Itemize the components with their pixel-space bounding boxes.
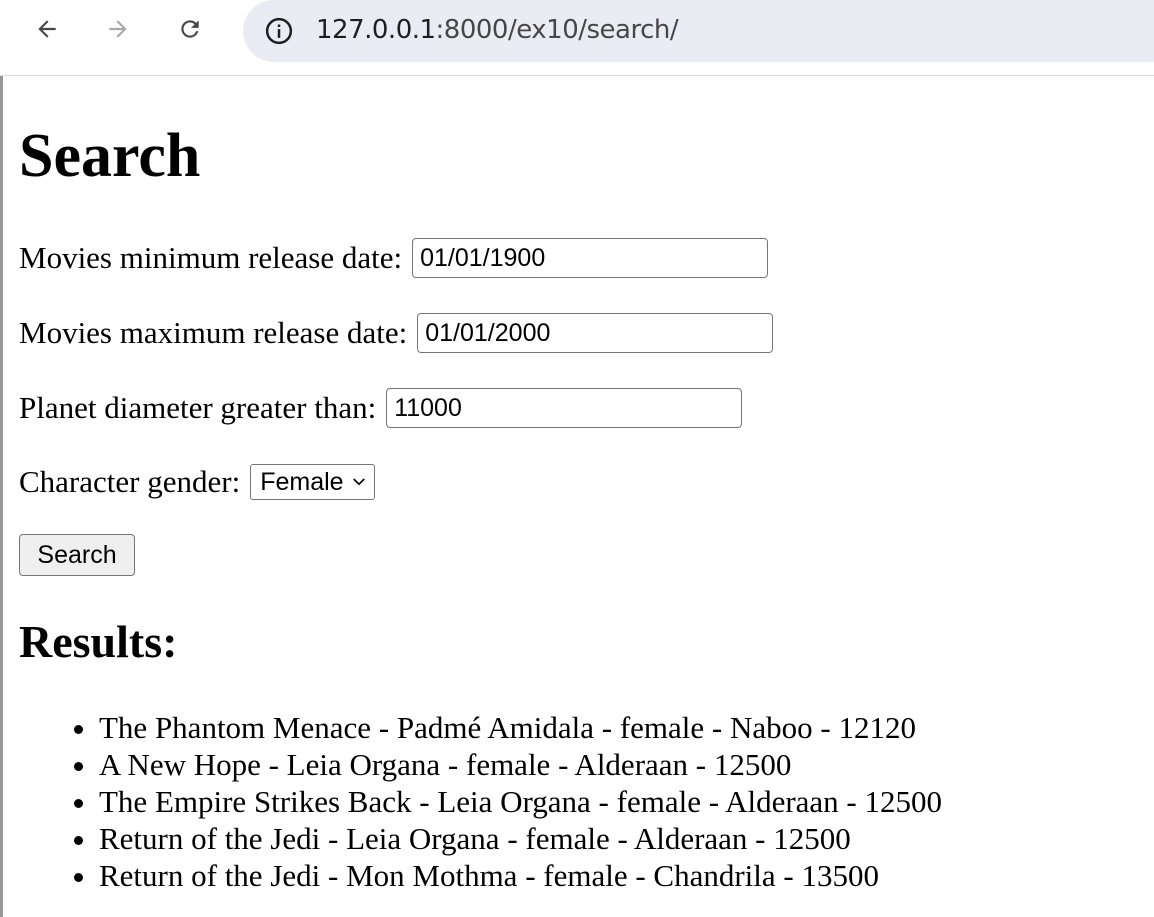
list-item: A New Hope - Leia Organa - female - Alde… [99,746,942,783]
gender-selected-value: Female [260,467,344,496]
address-bar[interactable]: 127.0.0.1:8000/ex10/search/ [243,0,1154,62]
site-info-button[interactable] [262,14,296,48]
gender-label: Character gender: [19,464,241,499]
browser-toolbar: 127.0.0.1:8000/ex10/search/ [0,0,1154,76]
search-button[interactable]: Search [19,534,135,576]
list-item: The Empire Strikes Back - Leia Organa - … [99,783,942,820]
arrow-left-icon [38,20,56,38]
chevron-down-icon [352,478,365,486]
results-list: The Phantom Menace - Padmé Amidala - fem… [19,709,942,894]
min-date-input[interactable]: 01/01/1900 [412,238,769,278]
diameter-label: Planet diameter greater than: [19,390,377,425]
arrow-right-icon [109,20,127,38]
gender-row: Character gender: Female [19,460,375,504]
min-date-label: Movies minimum release date: [19,240,403,275]
reload-icon [181,20,199,38]
list-item: Return of the Jedi - Leia Organa - femal… [99,820,942,857]
url-host: 127.0.0.1 [316,15,436,45]
max-date-row: Movies maximum release date: 01/01/2000 [19,311,774,355]
list-item: The Phantom Menace - Padmé Amidala - fem… [99,709,942,746]
page-title: Search [19,122,201,190]
forward-button[interactable] [98,9,138,49]
max-date-input[interactable]: 01/01/2000 [417,313,774,353]
info-icon [265,17,293,45]
gender-select[interactable]: Female [250,464,375,500]
max-date-label: Movies maximum release date: [19,315,408,350]
diameter-row: Planet diameter greater than: 11000 [19,386,743,430]
window-edge [0,0,3,917]
results-title: Results: [19,616,178,667]
url-path: :8000/ex10/search/ [435,15,679,45]
min-date-row: Movies minimum release date: 01/01/1900 [19,236,769,280]
list-item: Return of the Jedi - Mon Mothma - female… [99,857,942,894]
back-button[interactable] [27,9,67,49]
reload-button[interactable] [170,9,210,49]
url-text: 127.0.0.1:8000/ex10/search/ [316,14,679,46]
diameter-input[interactable]: 11000 [386,388,743,428]
